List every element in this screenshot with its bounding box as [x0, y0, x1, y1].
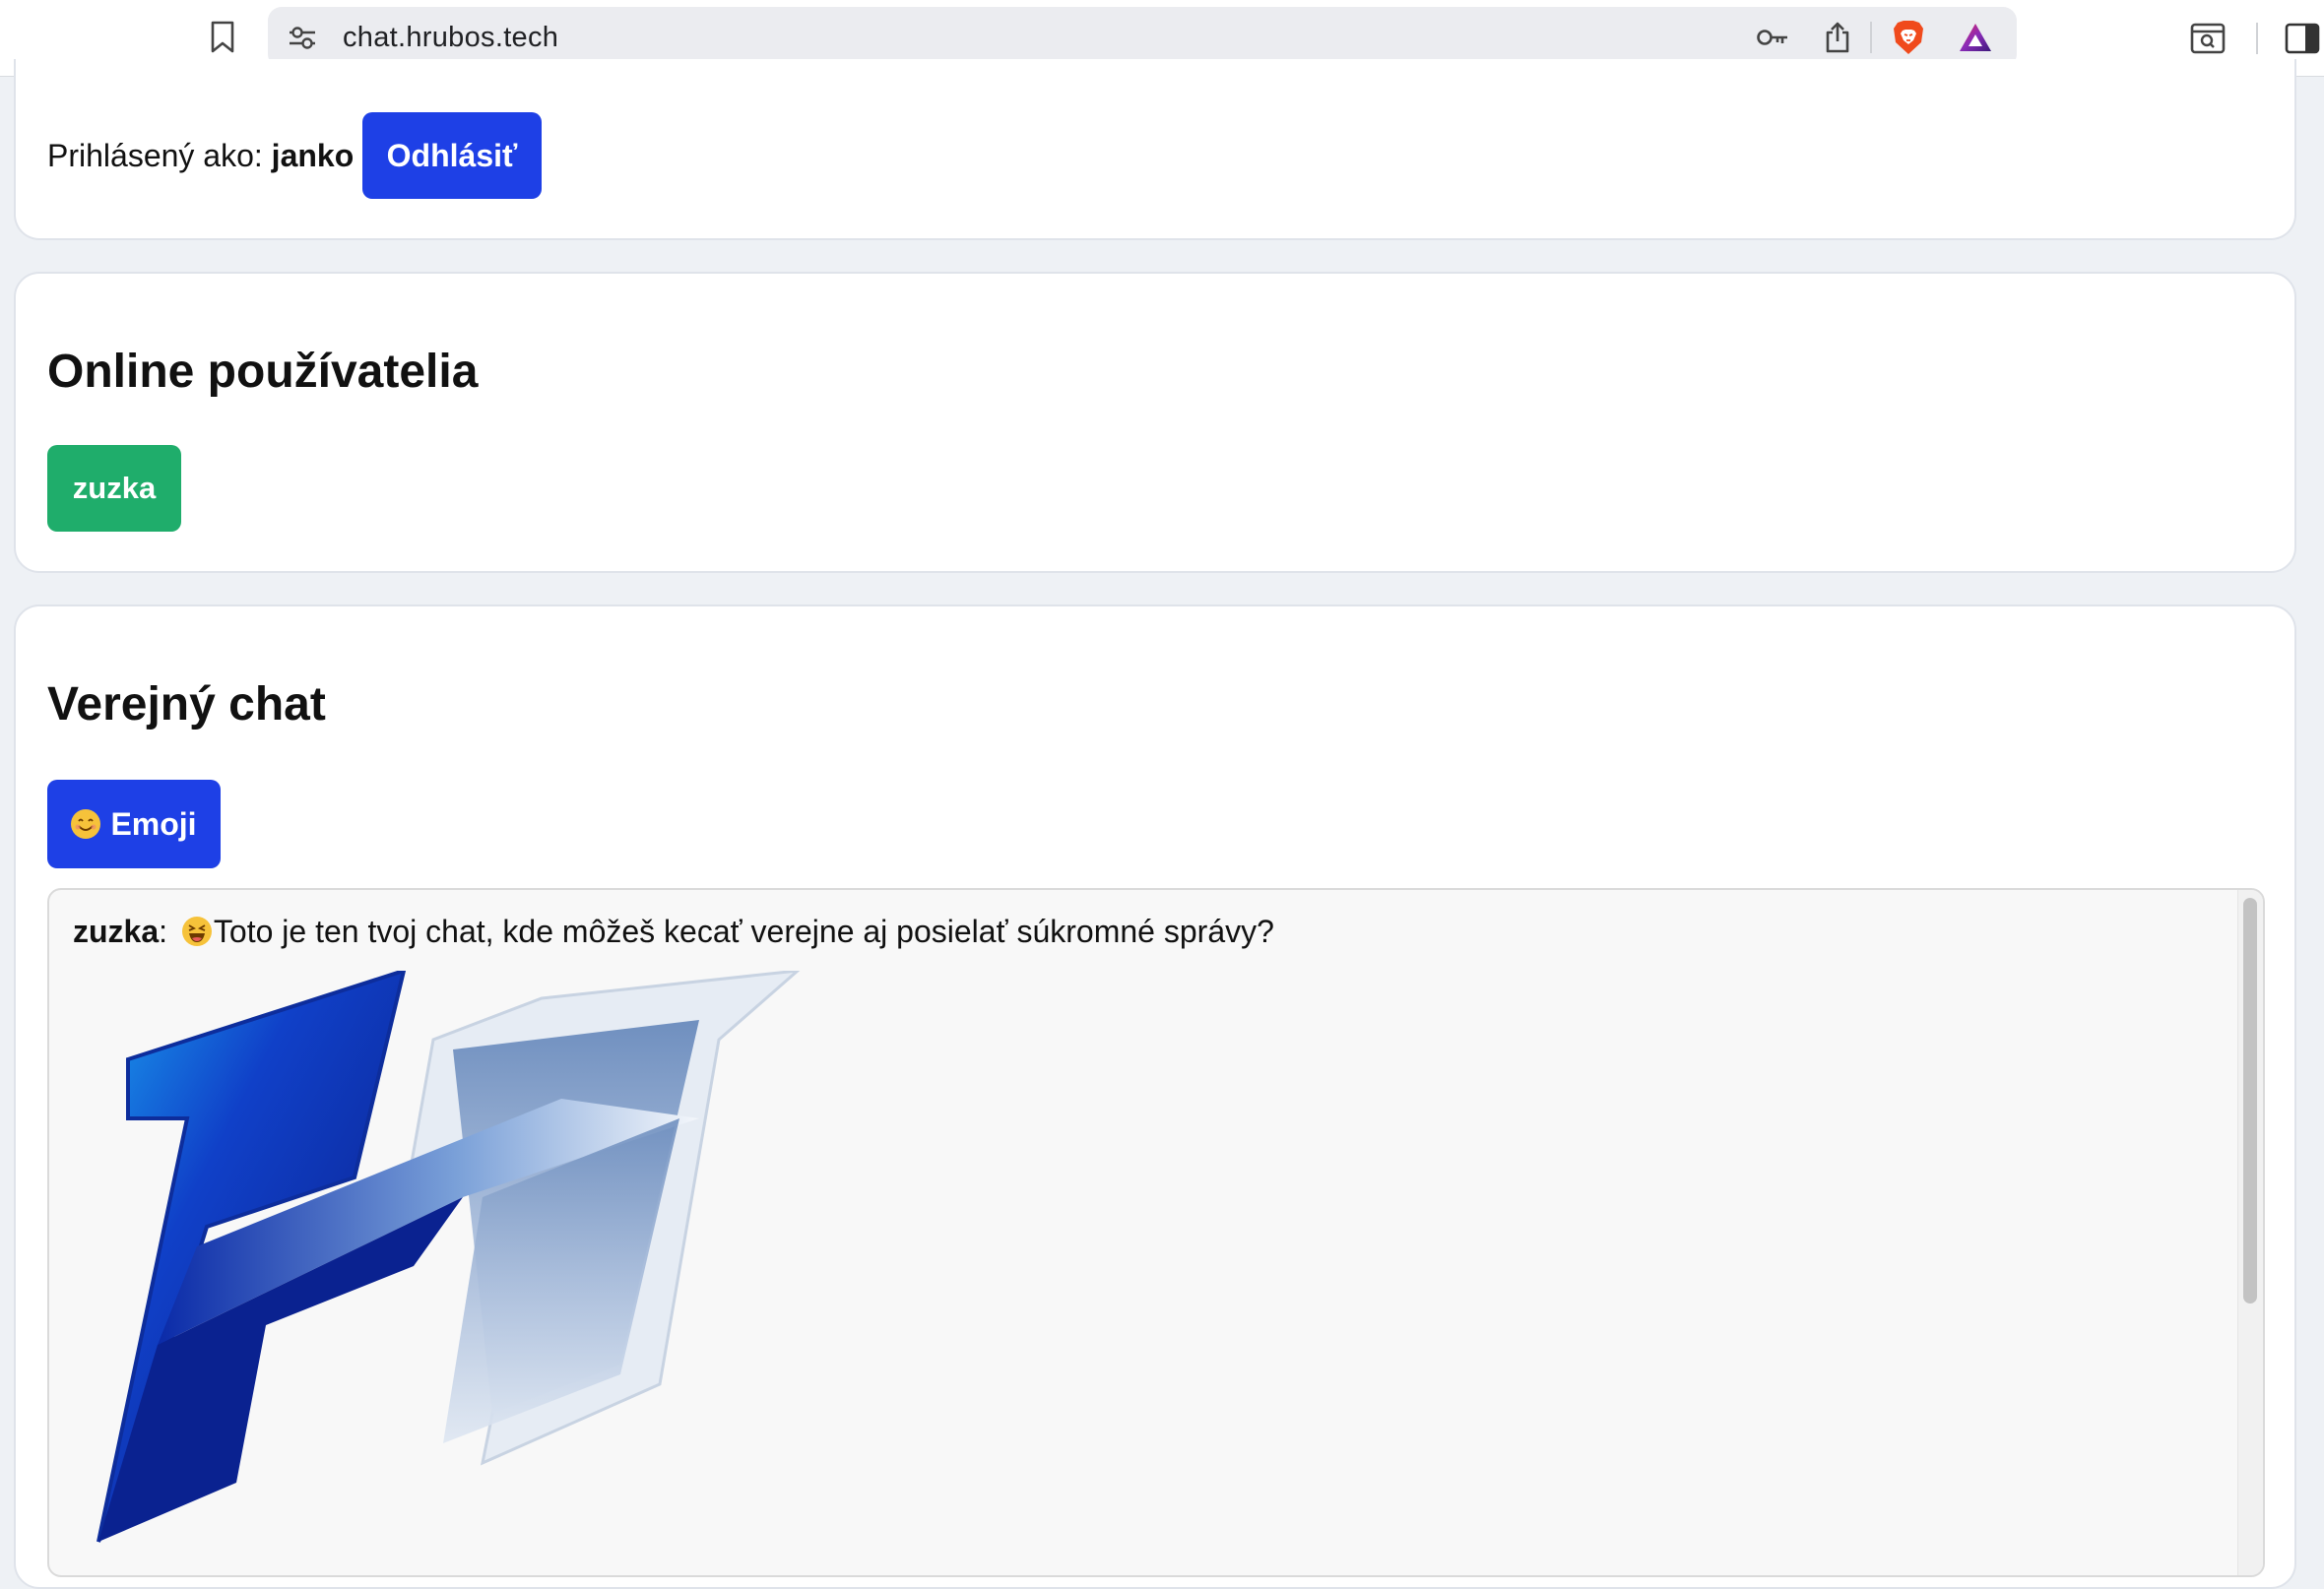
bookmark-icon[interactable] [205, 18, 240, 57]
logout-button[interactable]: Odhlásiť [362, 112, 542, 199]
tab-search-icon[interactable] [2188, 20, 2227, 57]
share-icon[interactable] [1820, 19, 1855, 56]
laughing-emoji-icon [181, 917, 212, 946]
chat-scrollbar-track[interactable] [2237, 890, 2263, 1575]
emoji-button[interactable]: Emoji [47, 780, 221, 868]
smile-emoji-icon [71, 809, 101, 839]
logged-in-label: Prihlásený ako: [47, 138, 263, 173]
sidebar-toggle-icon[interactable] [2283, 20, 2322, 57]
current-username: janko [271, 138, 355, 173]
chat-scrollbar-thumb[interactable] [2243, 898, 2257, 1303]
brave-shield-icon[interactable] [1889, 17, 1928, 58]
message-separator: : [159, 914, 168, 949]
site-settings-icon[interactable] [286, 21, 319, 54]
message-text: Toto je ten tvoj chat, kde môžeš kecať v… [213, 914, 1274, 949]
key-icon[interactable] [1753, 21, 1792, 54]
chat-messages-box[interactable]: zuzka: Toto je ten tvoj chat, kde môžeš … [47, 888, 2265, 1577]
shared-image-h-logo[interactable] [89, 968, 837, 1561]
public-chat-card: Verejný chat Emoji zuzka: Toto je ten tv… [14, 604, 2296, 1589]
login-status-card: Prihlásený ako: janko Odhlásiť [14, 59, 2296, 240]
brave-rewards-icon[interactable] [1956, 19, 1995, 56]
public-chat-title: Verejný chat [47, 678, 326, 731]
logged-in-status: Prihlásený ako: janko [47, 138, 354, 174]
chat-message: zuzka: Toto je ten tvoj chat, kde môžeš … [73, 914, 1274, 950]
emoji-button-label: Emoji [110, 805, 197, 842]
online-user-chip[interactable]: zuzka [47, 445, 181, 532]
online-users-card: Online používatelia zuzka [14, 272, 2296, 573]
message-author: zuzka [73, 914, 160, 949]
online-users-title: Online používatelia [47, 346, 479, 398]
